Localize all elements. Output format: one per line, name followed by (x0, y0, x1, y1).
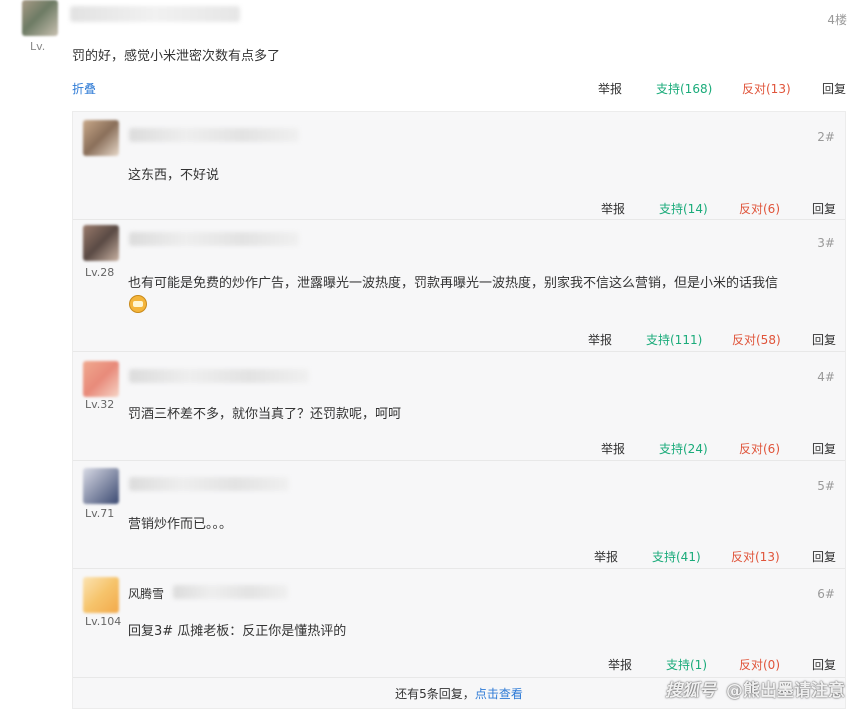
watermark-brand: 搜狐号 (665, 681, 716, 701)
reply-text: 也有可能是免费的炒作广告，泄露曝光一波热度，罚款再曝光一波热度，别家我不信这么营… (128, 276, 779, 291)
avatar[interactable] (83, 468, 119, 504)
reply-button[interactable]: 回复 (812, 656, 836, 673)
reply-actions: 举报 支持(24) 反对(6) 回复 (73, 440, 845, 456)
reply-button[interactable]: 回复 (812, 440, 836, 457)
floor-number: 4楼 (827, 13, 847, 27)
username-blurred (70, 6, 240, 22)
comment-actions: 折叠 举报 支持(168) 反对(13) 回复 (0, 80, 859, 98)
report-button[interactable]: 举报 (598, 80, 622, 97)
user-level: Lv.104 (85, 615, 122, 628)
reply-button[interactable]: 回复 (812, 548, 836, 565)
oppose-button[interactable]: 反对(0) (739, 656, 780, 673)
fold-link[interactable]: 折叠 (72, 80, 96, 97)
reply-item: Lv.28 3# 也有可能是免费的炒作广告，泄露曝光一波热度，罚款再曝光一波热度… (73, 220, 845, 352)
view-more-link[interactable]: 点击查看 (475, 687, 523, 701)
reply-actions: 举报 支持(14) 反对(6) 回复 (73, 200, 845, 216)
avatar[interactable] (83, 361, 119, 397)
reply-actions: 举报 支持(111) 反对(58) 回复 (73, 331, 845, 347)
report-button[interactable]: 举报 (588, 331, 612, 348)
avatar[interactable] (22, 0, 58, 36)
avatar[interactable] (83, 225, 119, 261)
comment-text: 罚的好，感觉小米泄密次数有点多了 (72, 49, 281, 64)
reply-text: 罚酒三杯差不多，就你当真了？还罚款呢，呵呵 (128, 407, 402, 422)
reply-button[interactable]: 回复 (812, 200, 836, 217)
support-button[interactable]: 支持(14) (659, 200, 708, 217)
comment-thread: Lv. 4楼 罚的好，感觉小米泄密次数有点多了 折叠 举报 支持(168) 反对… (0, 0, 859, 709)
timestamp-blurred (173, 585, 288, 599)
oppose-button[interactable]: 反对(13) (742, 80, 791, 97)
watermark-author: @熊出墨请注意 (726, 681, 845, 701)
avatar[interactable] (83, 577, 119, 613)
reply-actions: 举报 支持(1) 反对(0) 回复 (73, 656, 845, 672)
reply-text: 回复3# 瓜摊老板：反正你是懂热评的 (128, 624, 347, 639)
user-level: Lv.32 (85, 398, 115, 411)
reply-item: Lv.32 4# 罚酒三杯差不多，就你当真了？还罚款呢，呵呵 举报 支持(24)… (73, 352, 845, 461)
reply-text: 这东西，不好说 (128, 168, 220, 183)
username[interactable]: 风腾雪 (128, 585, 164, 602)
report-button[interactable]: 举报 (594, 548, 618, 565)
reply-actions: 举报 支持(41) 反对(13) 回复 (73, 548, 845, 564)
report-button[interactable]: 举报 (608, 656, 632, 673)
reply-item: 风腾雪 Lv.104 6# 回复3# 瓜摊老板：反正你是懂热评的 举报 支持(1… (73, 569, 845, 678)
report-button[interactable]: 举报 (601, 200, 625, 217)
user-level: Lv.71 (85, 507, 115, 520)
support-button[interactable]: 支持(111) (646, 331, 702, 348)
avatar[interactable] (83, 120, 119, 156)
reply-item: Lv.71 5# 营销炒作而已。。。 举报 支持(41) 反对(13) 回复 (73, 461, 845, 569)
oppose-button[interactable]: 反对(58) (732, 331, 781, 348)
more-replies-text: 还有5条回复， (395, 687, 475, 701)
user-level: Lv. (30, 40, 46, 53)
grin-emoji-icon (129, 295, 147, 313)
username-blurred (129, 128, 299, 142)
floor-number: 3# (817, 236, 835, 250)
floor-number: 6# (817, 587, 835, 601)
floor-number: 2# (817, 130, 835, 144)
oppose-button[interactable]: 反对(6) (739, 440, 780, 457)
username-blurred (129, 477, 289, 491)
floor-number: 5# (817, 479, 835, 493)
reply-button[interactable]: 回复 (812, 331, 836, 348)
floor-number: 4# (817, 370, 835, 384)
reply-list: 2# 这东西，不好说 举报 支持(14) 反对(6) 回复 Lv.28 3# 也… (72, 111, 846, 709)
support-button[interactable]: 支持(24) (659, 440, 708, 457)
support-button[interactable]: 支持(1) (666, 656, 707, 673)
oppose-button[interactable]: 反对(6) (739, 200, 780, 217)
reply-text: 营销炒作而已。。。 (128, 517, 233, 532)
reply-item: 2# 这东西，不好说 举报 支持(14) 反对(6) 回复 (73, 112, 845, 220)
oppose-button[interactable]: 反对(13) (731, 548, 780, 565)
support-button[interactable]: 支持(41) (652, 548, 701, 565)
report-button[interactable]: 举报 (601, 440, 625, 457)
username-blurred (129, 369, 309, 383)
username-blurred (129, 232, 299, 246)
reply-button[interactable]: 回复 (822, 80, 846, 97)
watermark: 搜狐号 @熊出墨请注意 (665, 676, 845, 701)
support-button[interactable]: 支持(168) (656, 80, 712, 97)
user-level: Lv.28 (85, 266, 115, 279)
